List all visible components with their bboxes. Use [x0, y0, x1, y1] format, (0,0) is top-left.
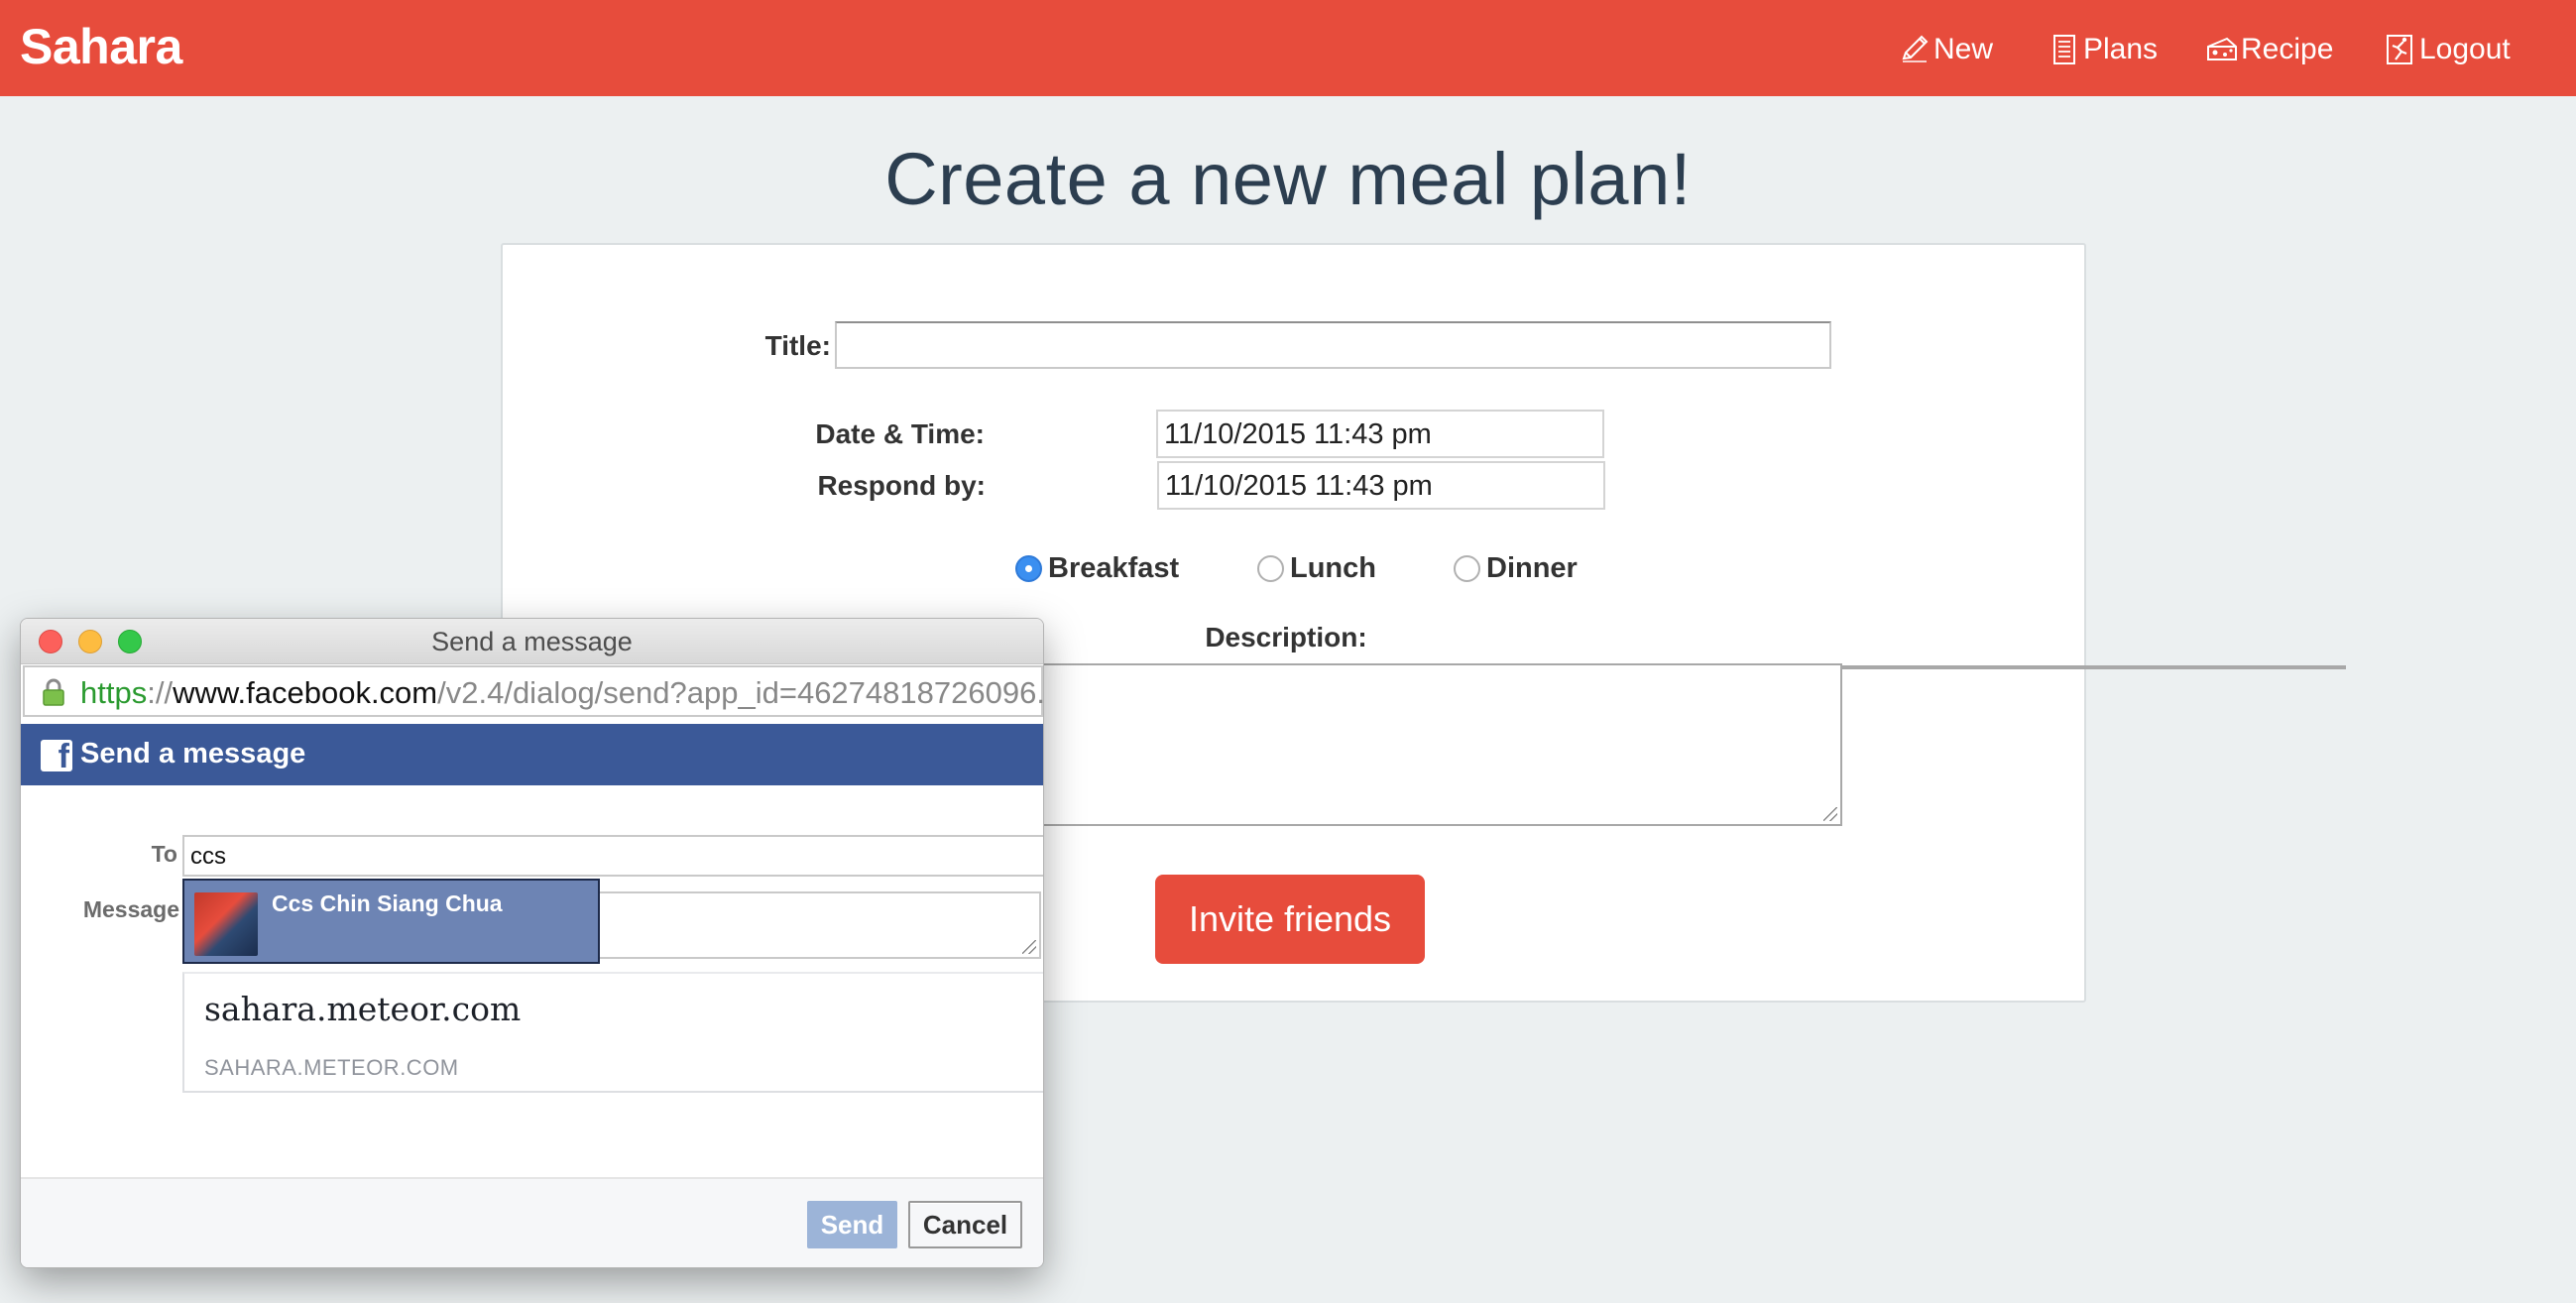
suggestion-name: Ccs Chin Siang Chua: [272, 890, 503, 916]
description-textarea[interactable]: [1013, 663, 1842, 826]
link-preview-title: sahara.meteor.com: [204, 990, 522, 1028]
window-titlebar[interactable]: Send a message: [21, 619, 1043, 664]
title-label: Title:: [764, 330, 831, 361]
radio-breakfast[interactable]: Breakfast: [1015, 552, 1179, 585]
url-text: https://www.facebook.com/v2.4/dialog/sen…: [80, 675, 1044, 711]
date-time-label: Date & Time:: [815, 418, 985, 449]
date-time-input[interactable]: 11/10/2015 11:43 pm: [1156, 410, 1604, 458]
brand-logo[interactable]: Sahara: [20, 18, 182, 75]
page-title: Create a new meal plan!: [884, 138, 1692, 220]
nav-recipe-label: Recipe: [2241, 33, 2334, 65]
radio-dinner-button[interactable]: [1454, 555, 1480, 582]
message-resize-grip-icon[interactable]: [1022, 940, 1036, 954]
list-document-icon: [2053, 35, 2075, 64]
dialog-footer: Send Cancel: [21, 1177, 1043, 1267]
cheese-icon: [2207, 37, 2237, 60]
message-label: Message: [82, 896, 179, 922]
dialog-header-title: Send a message: [80, 738, 306, 770]
send-message-popup-window: Send a message https://www.facebook.com/…: [20, 618, 1044, 1268]
send-button[interactable]: Send: [807, 1201, 897, 1248]
radio-dinner[interactable]: Dinner: [1454, 552, 1578, 585]
facebook-dialog-header: f Send a message: [21, 724, 1043, 785]
nav-new-label: New: [1933, 33, 1994, 65]
radio-lunch-label: Lunch: [1290, 552, 1376, 584]
url-path: /v2.4/dialog/send?app_id=46274818726096.…: [437, 675, 1044, 710]
radio-dinner-label: Dinner: [1486, 552, 1578, 584]
description-label: Description:: [1205, 622, 1367, 652]
recipient-suggestion[interactable]: Ccs Chin Siang Chua: [182, 879, 600, 964]
nav-new[interactable]: New: [1898, 30, 1993, 69]
resize-grip-icon[interactable]: [1823, 807, 1837, 821]
lock-icon: [43, 678, 64, 706]
facebook-logo-icon: f: [41, 740, 72, 773]
url-bar[interactable]: https://www.facebook.com/v2.4/dialog/sen…: [23, 665, 1043, 717]
cancel-button[interactable]: Cancel: [908, 1201, 1022, 1248]
link-preview-card[interactable]: sahara.meteor.com SAHARA.METEOR.COM: [182, 972, 1043, 1093]
top-navbar: Sahara New Plans Recipe Logout: [0, 0, 2576, 96]
nav-logout-label: Logout: [2419, 33, 2511, 65]
exit-icon: [2387, 35, 2412, 64]
radio-breakfast-label: Breakfast: [1048, 552, 1180, 584]
url-domain: www.facebook.com: [173, 675, 438, 710]
to-input[interactable]: ccs: [182, 835, 1043, 877]
pencil-icon: [1902, 35, 1929, 62]
title-input[interactable]: [835, 321, 1831, 369]
invite-friends-button[interactable]: Invite friends: [1155, 875, 1425, 964]
nav-recipe[interactable]: Recipe: [2205, 30, 2333, 69]
to-label: To: [151, 841, 177, 867]
url-scheme: https: [80, 675, 148, 710]
nav-plans-label: Plans: [2083, 33, 2159, 65]
nav-plans[interactable]: Plans: [2048, 30, 2158, 69]
respond-by-label: Respond by:: [817, 470, 986, 501]
nav-logout[interactable]: Logout: [2384, 30, 2511, 69]
radio-lunch[interactable]: Lunch: [1257, 552, 1376, 585]
radio-lunch-button[interactable]: [1257, 555, 1284, 582]
respond-by-input[interactable]: 11/10/2015 11:43 pm: [1157, 461, 1605, 510]
window-title: Send a message: [431, 627, 633, 656]
url-separator: ://: [147, 675, 174, 710]
link-preview-domain: SAHARA.METEOR.COM: [204, 1055, 459, 1080]
radio-breakfast-button[interactable]: [1015, 555, 1042, 582]
avatar: [194, 892, 258, 956]
